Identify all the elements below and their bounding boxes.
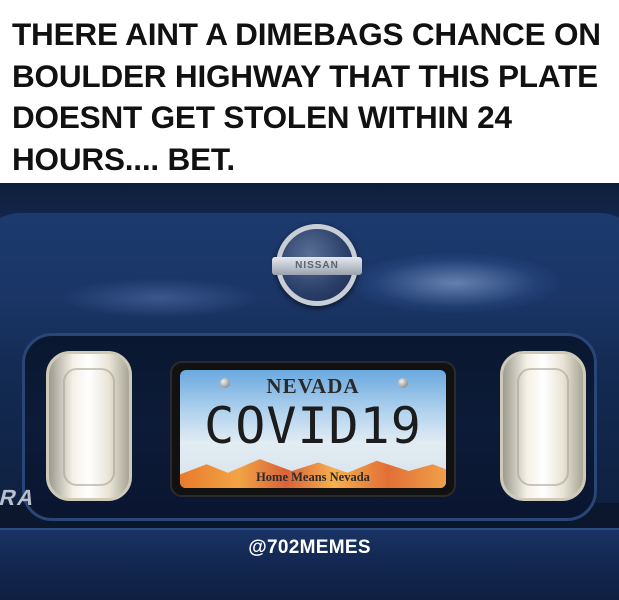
plate-frame: NEVADA COVID19 Home Means Nevada — [170, 361, 456, 497]
emblem-text: NISSAN — [272, 257, 362, 275]
right-license-lamp — [500, 351, 586, 501]
nissan-emblem-icon: NISSAN — [272, 224, 362, 306]
watermark: @702MEMES — [248, 537, 371, 558]
meme-caption: THERE AINT A DIMEBAGS CHANCE ON BOULDER … — [0, 0, 619, 183]
paint-reflection — [350, 253, 560, 313]
plate-slogan: Home Means Nevada — [256, 470, 370, 484]
plate-number: COVID19 — [204, 397, 422, 455]
lamp-lens — [63, 368, 115, 486]
car-photo: NISSAN NEVADA COVID19 Home Means Nevada … — [0, 183, 619, 600]
paint-reflection-left — [60, 278, 260, 318]
left-license-lamp — [46, 351, 132, 501]
plate-state: NEVADA — [266, 374, 360, 398]
caption-text: THERE AINT A DIMEBAGS CHANCE ON BOULDER … — [12, 16, 601, 177]
lamp-lens — [517, 368, 569, 486]
license-plate: NEVADA COVID19 Home Means Nevada — [180, 370, 446, 488]
